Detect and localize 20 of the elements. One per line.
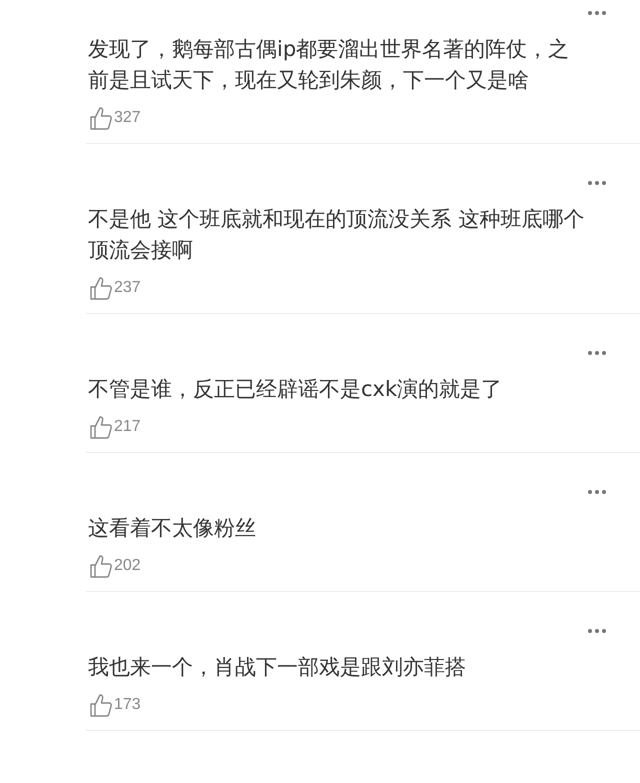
comment-text: 我也来一个，肖战下一部戏是跟刘亦菲搭 bbox=[88, 654, 467, 681]
more-options-button[interactable] bbox=[588, 181, 606, 185]
thumbs-up-icon bbox=[90, 106, 112, 130]
thumbs-up-icon bbox=[90, 276, 112, 300]
comment-text: 不是他 这个班底就和现在的顶流没关系 这种班底哪个顶流会接啊 bbox=[88, 206, 586, 264]
comment-text: 这看着不太像粉丝 bbox=[88, 515, 257, 542]
like-button[interactable]: 173 bbox=[90, 692, 141, 718]
like-button[interactable]: 217 bbox=[90, 414, 141, 440]
comment-text: 不管是谁，反正已经辟谣不是cxk演的就是了 bbox=[88, 376, 504, 403]
more-options-button[interactable] bbox=[588, 629, 606, 633]
more-options-button[interactable] bbox=[588, 351, 606, 355]
like-button[interactable]: 237 bbox=[90, 275, 141, 301]
more-options-button[interactable] bbox=[588, 11, 606, 15]
like-button[interactable]: 202 bbox=[90, 553, 141, 579]
thumbs-up-icon bbox=[90, 693, 112, 717]
thumbs-up-icon bbox=[90, 415, 112, 439]
thumbs-up-icon bbox=[90, 554, 112, 578]
like-button[interactable]: 327 bbox=[90, 105, 141, 131]
comment-text: 发现了，鹅每部古偶ip都要溜出世界名著的阵仗，之前是且试天下，现在又轮到朱颜，下一个又是啥 bbox=[88, 36, 570, 94]
more-options-button[interactable] bbox=[588, 490, 606, 494]
